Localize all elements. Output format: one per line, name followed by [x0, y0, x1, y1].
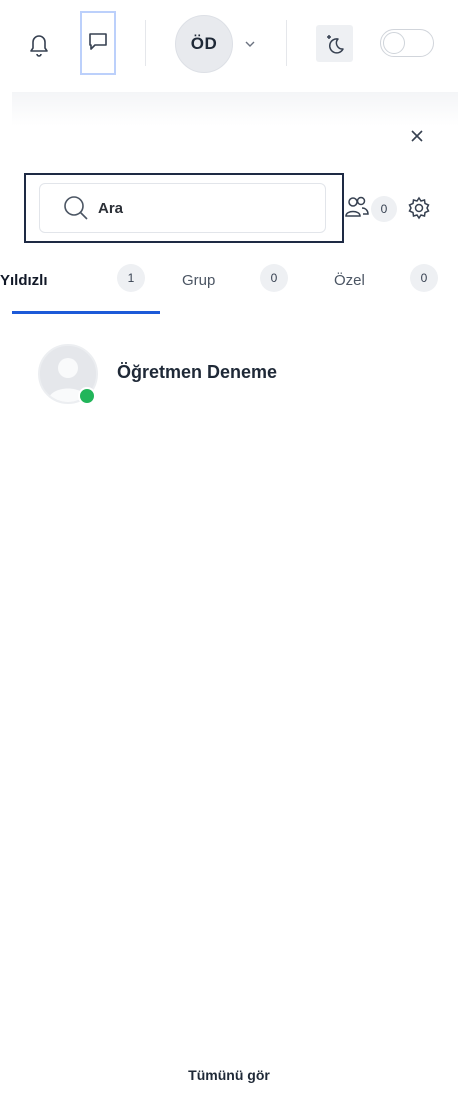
messages-button[interactable]	[80, 11, 116, 75]
user-avatar[interactable]: ÖD	[175, 15, 233, 73]
tab-group-count: 0	[260, 264, 288, 292]
moon-sparkle-icon[interactable]	[316, 25, 353, 62]
search-input[interactable]	[96, 198, 300, 218]
conversation-tabs: Yıldızlı 1 Grup 0 Özel 0	[0, 262, 458, 316]
tab-private-count: 0	[410, 264, 438, 292]
contact-requests-badge: 0	[371, 196, 397, 222]
bell-icon[interactable]	[22, 28, 56, 62]
active-tab-indicator	[12, 311, 160, 314]
top-navbar: ÖD	[0, 0, 458, 92]
online-status-dot	[78, 387, 96, 405]
divider	[145, 20, 146, 66]
dark-mode-toggle[interactable]	[380, 29, 434, 57]
tab-starred-count: 1	[117, 264, 145, 292]
search-icon	[62, 194, 90, 222]
users-icon[interactable]	[344, 194, 370, 220]
chevron-down-icon[interactable]	[240, 34, 260, 54]
panel-header-shadow	[12, 92, 458, 126]
search-field[interactable]	[39, 183, 326, 233]
tab-group[interactable]: Grup	[182, 272, 215, 289]
divider	[286, 20, 287, 66]
close-icon[interactable]	[405, 124, 429, 148]
list-item[interactable]: Öğretmen Deneme	[0, 340, 458, 410]
tab-private[interactable]: Özel	[334, 272, 365, 289]
tab-starred[interactable]: Yıldızlı	[0, 272, 48, 289]
gear-icon[interactable]	[406, 195, 432, 221]
contact-name: Öğretmen Deneme	[117, 362, 278, 382]
chat-bubble-icon	[87, 30, 109, 57]
see-all-link[interactable]: Tümünü gör	[0, 1067, 458, 1083]
toggle-knob	[383, 32, 405, 54]
